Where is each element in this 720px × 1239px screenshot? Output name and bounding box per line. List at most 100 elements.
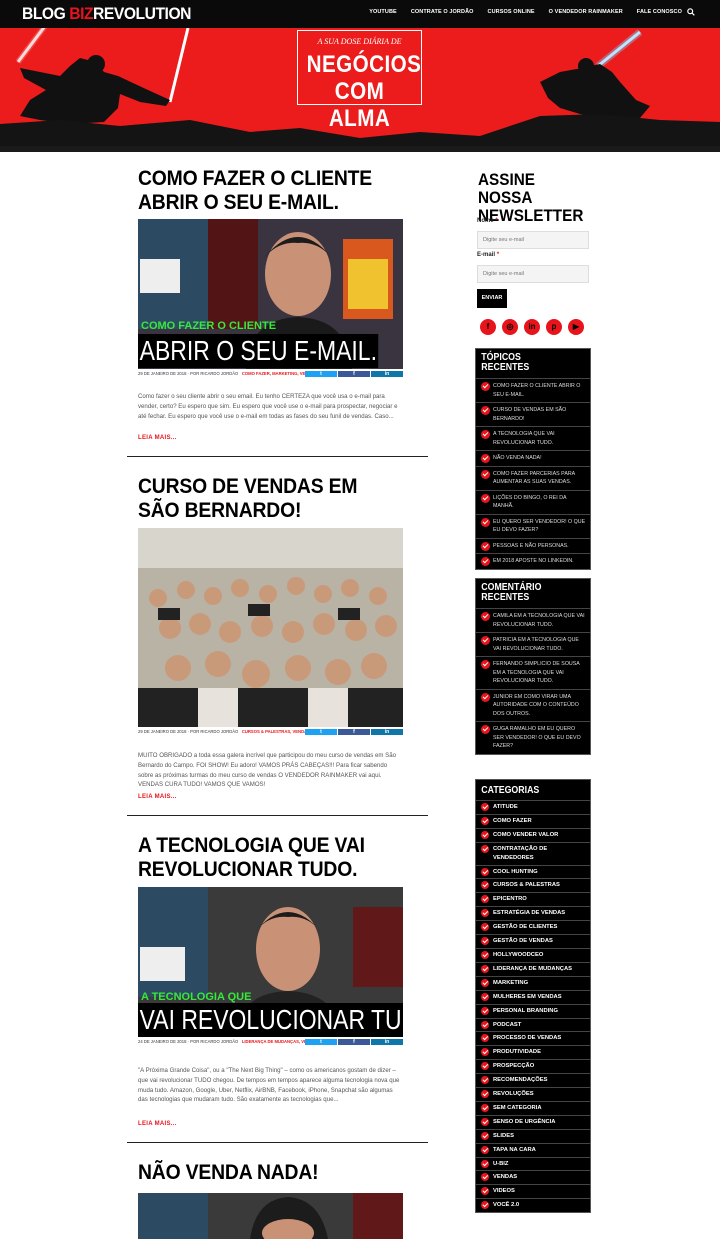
post-author[interactable]: POR RICARDO JORDÃO xyxy=(190,1039,238,1044)
share-twitter-button[interactable]: t xyxy=(305,1039,337,1045)
email-field[interactable] xyxy=(477,265,589,283)
nav-item-youtube[interactable]: YOUTUBE xyxy=(369,9,397,15)
read-more-link[interactable]: LEIA MAIS... xyxy=(138,1121,177,1127)
share-facebook-button[interactable]: f xyxy=(338,1039,370,1045)
list-item[interactable]: LIÇÕES DO BINGO, O REI DA MANHÃ. xyxy=(476,489,590,514)
post-title[interactable]: COMO FAZER O CLIENTE ABRIR O SEU E-MAIL. xyxy=(138,166,390,214)
check-icon xyxy=(481,909,489,918)
post-divider xyxy=(127,1142,428,1143)
check-icon xyxy=(481,964,489,973)
category-item[interactable]: COMO FAZER xyxy=(476,813,590,828)
nav-item-fale-conosco[interactable]: FALE CONOSCO xyxy=(637,9,682,15)
category-item[interactable]: SENSO DE URGÊNCIA xyxy=(476,1114,590,1129)
check-icon xyxy=(481,923,489,932)
nav-item-cursos-online[interactable]: CURSOS ONLINE xyxy=(488,9,535,15)
category-item[interactable]: VIDEOS xyxy=(476,1184,590,1198)
share-twitter-button[interactable]: t xyxy=(305,729,337,735)
category-item[interactable]: MULHERES EM VENDAS xyxy=(476,989,590,1004)
category-item[interactable]: VOCÊ 2.0 xyxy=(476,1198,590,1212)
nav-item-vendedor-rainmaker[interactable]: O VENDEDOR RAINMAKER xyxy=(549,9,623,15)
check-icon xyxy=(481,517,490,527)
list-item[interactable]: CAMILA EM A TECNOLOGIA QUE VAI REVOLUCIO… xyxy=(476,608,590,632)
category-item[interactable]: CONTRATAÇÃO DE VENDEDORES xyxy=(476,841,590,865)
post-thumbnail[interactable]: A TECNOLOGIA QUE VAI REVOLUCIONAR TUDO! xyxy=(138,887,403,1037)
category-label: VOCÊ 2.0 xyxy=(493,1202,520,1209)
post-title[interactable]: CURSO DE VENDAS EM SÃO BERNARDO! xyxy=(138,474,390,522)
category-item[interactable]: GESTÃO DE VENDAS xyxy=(476,934,590,948)
list-item[interactable]: EU QUERO SER VENDEDOR! O QUE EU DEVO FAZ… xyxy=(476,513,590,538)
check-icon xyxy=(481,895,489,904)
list-item[interactable]: PESSOAS E NÃO PERSONAS. xyxy=(476,537,590,554)
post-categories[interactable]: CURSOS & PALESTRAS, VENDAS xyxy=(242,729,310,734)
list-item[interactable]: EM 2018 APOSTE NO LINKEDIN. xyxy=(476,553,590,569)
post-thumbnail-art xyxy=(138,1193,403,1239)
category-item[interactable]: EPICENTRO xyxy=(476,892,590,906)
search-icon[interactable] xyxy=(687,8,695,16)
category-item[interactable]: PERSONAL BRANDING xyxy=(476,1003,590,1018)
post-thumbnail[interactable] xyxy=(138,528,403,727)
category-item[interactable]: COOL HUNTING xyxy=(476,864,590,879)
list-item-label: CURSO DE VENDAS EM SÃO BERNARDO! xyxy=(493,407,567,422)
post-thumbnail[interactable] xyxy=(138,1193,403,1239)
category-item[interactable]: SLIDES xyxy=(476,1128,590,1143)
share-linkedin-button[interactable]: in xyxy=(371,371,403,377)
youtube-icon[interactable]: ▶ xyxy=(568,319,584,335)
category-item[interactable]: PROSPECÇÃO xyxy=(476,1059,590,1073)
thumbnail-caption-big: ABRIR O SEU E-MAIL. xyxy=(138,334,379,368)
check-icon xyxy=(481,816,489,825)
post-author[interactable]: POR RICARDO JORDÃO xyxy=(190,729,238,734)
category-item[interactable]: ATITUDE xyxy=(476,800,590,814)
category-label: PRODUTIVIDADE xyxy=(493,1049,541,1056)
list-item[interactable]: PATRICIA EM A TECNOLOGIA QUE VAI REVOLUC… xyxy=(476,632,590,656)
site-logo[interactable]: BLOG BIZREVOLUTION xyxy=(22,4,191,24)
list-item[interactable]: FERNANDO SIMPLICIO DE SOUSA EM A TECNOLO… xyxy=(476,656,590,689)
share-facebook-button[interactable]: f xyxy=(338,729,370,735)
category-item[interactable]: PROCESSO DE VENDAS xyxy=(476,1031,590,1045)
list-item[interactable]: NÃO VENDA NADA! xyxy=(476,450,590,466)
facebook-icon[interactable]: f xyxy=(480,319,496,335)
list-item[interactable]: A TECNOLOGIA QUE VAI REVOLUCIONAR TUDO. xyxy=(476,426,590,450)
category-item[interactable]: U-BIZ xyxy=(476,1156,590,1171)
category-item[interactable]: RECOMENDAÇÕES xyxy=(476,1073,590,1087)
post-title[interactable]: A TECNOLOGIA QUE VAI REVOLUCIONAR TUDO. xyxy=(138,833,390,881)
category-item[interactable]: SEM CATEGORIA xyxy=(476,1100,590,1115)
share-linkedin-button[interactable]: in xyxy=(371,1039,403,1045)
category-label: RECOMENDAÇÕES xyxy=(493,1077,548,1084)
category-item[interactable]: GESTÃO DE CLIENTES xyxy=(476,920,590,934)
category-item[interactable]: COMO VENDER VALOR xyxy=(476,827,590,842)
list-item[interactable]: GUGA RAMALHO EM EU QUERO SER VENDEDOR! O… xyxy=(476,721,590,754)
read-more-link[interactable]: LEIA MAIS... xyxy=(138,794,177,800)
check-icon xyxy=(481,1076,489,1085)
list-item[interactable]: JUNIOR EM COMO VIRAR UMA AUTORIDADE COM … xyxy=(476,688,590,722)
name-field[interactable] xyxy=(477,231,589,249)
list-item[interactable]: CURSO DE VENDAS EM SÃO BERNARDO! xyxy=(476,402,590,426)
name-label: Nome * xyxy=(477,218,498,224)
share-linkedin-button[interactable]: in xyxy=(371,729,403,735)
post-thumbnail[interactable]: COMO FAZER O CLIENTE ABRIR O SEU E-MAIL. xyxy=(138,219,403,369)
category-item[interactable]: ESTRATÉGIA DE VENDAS xyxy=(476,906,590,920)
nav-item-contrate[interactable]: CONTRATE O JORDÃO xyxy=(411,9,474,15)
list-item-label: COMO FAZER PARCERIAS PARA AUMENTAR AS SU… xyxy=(493,470,575,486)
category-item[interactable]: REVOLUÇÕES xyxy=(476,1087,590,1101)
post-title[interactable]: NÃO VENDA NADA! xyxy=(138,1160,390,1184)
category-item[interactable]: TAPA NA CARA xyxy=(476,1142,590,1157)
list-item[interactable]: COMO FAZER PARCERIAS PARA AUMENTAR AS SU… xyxy=(476,465,590,490)
category-item[interactable]: HOLLYWOODCEO xyxy=(476,947,590,962)
list-item[interactable]: COMO FAZER O CLIENTE ABRIR O SEU E-MAIL. xyxy=(476,378,590,402)
category-item[interactable]: CURSOS & PALESTRAS xyxy=(476,878,590,892)
category-item[interactable]: MARKETING xyxy=(476,975,590,990)
linkedin-icon[interactable]: in xyxy=(524,319,540,335)
category-label: SENSO DE URGÊNCIA xyxy=(493,1118,556,1125)
check-icon xyxy=(481,692,490,702)
category-item[interactable]: PODCAST xyxy=(476,1017,590,1032)
category-item[interactable]: LIDERANÇA DE MUDANÇAS xyxy=(476,961,590,976)
share-twitter-button[interactable]: t xyxy=(305,371,337,377)
post-author[interactable]: POR RICARDO JORDÃO xyxy=(190,371,238,376)
instagram-icon[interactable]: ◎ xyxy=(502,319,518,335)
category-item[interactable]: PRODUTIVIDADE xyxy=(476,1045,590,1059)
read-more-link[interactable]: LEIA MAIS... xyxy=(138,435,177,441)
share-facebook-button[interactable]: f xyxy=(338,371,370,377)
pinterest-icon[interactable]: p xyxy=(546,319,562,335)
newsletter-submit-button[interactable]: ENVIAR xyxy=(477,289,507,308)
category-item[interactable]: VENDAS xyxy=(476,1170,590,1184)
